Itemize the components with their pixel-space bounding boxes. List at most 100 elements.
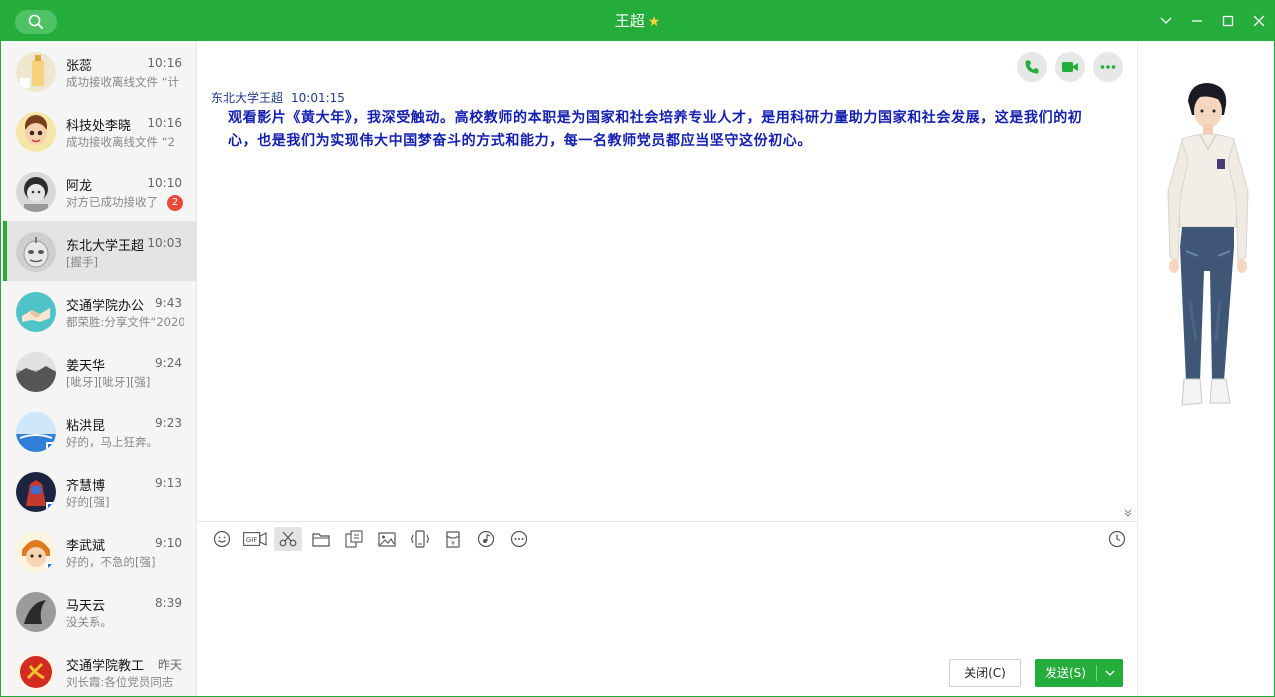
contact-preview: 成功接收离线文件 “计 bbox=[66, 75, 180, 89]
contact-name: 齐慧博 bbox=[66, 479, 106, 493]
character-avatar-figure bbox=[1167, 83, 1249, 406]
contact-time: 9:43 bbox=[155, 296, 182, 310]
contact-time: 10:03 bbox=[147, 236, 182, 250]
title-bar: 王超 ★ bbox=[1, 1, 1274, 41]
video-call-button[interactable] bbox=[1055, 52, 1085, 82]
menu-dropdown-button[interactable] bbox=[1150, 1, 1181, 41]
contact-preview: 好的，马上狂奔。 bbox=[66, 435, 158, 449]
contact-time: 10:16 bbox=[147, 116, 182, 130]
chat-window: 王超 ★ 张蕊 10:16 成功接收离线文件 “计 科技处李晓 10:16 成功… bbox=[0, 0, 1275, 697]
contact-name: 粘洪昆 bbox=[66, 419, 106, 433]
contact-time: 9:13 bbox=[155, 476, 182, 490]
contact-preview: [握手] bbox=[66, 255, 98, 269]
chevron-down-icon bbox=[1160, 17, 1171, 24]
contact-item[interactable]: 粘洪昆 9:23 好的，马上狂奔。 bbox=[3, 401, 196, 461]
send-options-button[interactable] bbox=[1097, 659, 1123, 687]
search-button[interactable] bbox=[15, 10, 57, 34]
contact-item[interactable]: 阿龙 10:10 对方已成功接收了 2 bbox=[3, 161, 196, 221]
contact-preview: 好的[强] bbox=[66, 495, 110, 509]
contact-time: 10:16 bbox=[147, 56, 182, 70]
avatar bbox=[16, 112, 56, 152]
star-icon: ★ bbox=[647, 14, 661, 30]
avatar bbox=[16, 232, 56, 272]
contact-item-selected[interactable]: 东北大学王超 10:03 [握手] bbox=[3, 221, 196, 281]
contact-list: 张蕊 10:16 成功接收离线文件 “计 科技处李晓 10:16 成功接收离线文… bbox=[3, 41, 197, 696]
screenshot-button[interactable] bbox=[274, 527, 302, 551]
device-tag-icon bbox=[46, 562, 56, 572]
avatar-show-panel bbox=[1137, 41, 1274, 696]
send-file-button[interactable] bbox=[307, 527, 335, 551]
maximize-button[interactable] bbox=[1212, 1, 1243, 41]
shake-window-icon bbox=[410, 530, 430, 548]
emoji-icon bbox=[213, 530, 231, 548]
video-camera-icon bbox=[1062, 62, 1078, 72]
contact-name: 科技处李晓 bbox=[66, 119, 132, 133]
chat-style-icon bbox=[345, 530, 363, 548]
contact-name: 阿龙 bbox=[66, 179, 93, 193]
close-window-button[interactable] bbox=[1243, 1, 1274, 41]
close-icon bbox=[1253, 15, 1264, 27]
contact-item[interactable]: 科技处李晓 10:16 成功接收离线文件 “2 bbox=[3, 101, 196, 161]
more-options-button[interactable] bbox=[1093, 52, 1123, 82]
phone-icon bbox=[1025, 60, 1039, 74]
shake-window-button[interactable] bbox=[406, 527, 434, 551]
send-button-label: 发送(S) bbox=[1045, 666, 1086, 680]
message-toolbar: GIF ¥ bbox=[208, 527, 538, 551]
contact-item[interactable]: 姜天华 9:24 [呲牙][呲牙][强] bbox=[3, 341, 196, 401]
contact-time: 10:10 bbox=[147, 176, 182, 190]
gif-label: GIF bbox=[246, 536, 258, 544]
contact-time: 8:39 bbox=[155, 596, 182, 610]
contact-preview: [呲牙][呲牙][强] bbox=[66, 375, 151, 389]
voice-call-button[interactable] bbox=[1017, 52, 1047, 82]
contact-item[interactable]: 齐慧博 9:13 好的[强] bbox=[3, 461, 196, 521]
window-title: 王超 ★ bbox=[1, 1, 1274, 41]
message-header: 东北大学王超 10:01:15 bbox=[211, 89, 345, 106]
message-text: 观看影片《黄大年》，我深受触动。高校教师的本职是为国家和社会培养专业人才，是用科… bbox=[228, 110, 1083, 149]
emoji-button[interactable] bbox=[208, 527, 236, 551]
contact-name: 姜天华 bbox=[66, 359, 106, 373]
call-toolbar bbox=[1017, 52, 1123, 82]
send-image-button[interactable] bbox=[373, 527, 401, 551]
contact-time: 昨天 bbox=[157, 658, 182, 672]
collapse-arrow-icon[interactable] bbox=[1124, 509, 1132, 520]
message-input[interactable] bbox=[210, 557, 1125, 657]
contact-name: 东北大学王超 bbox=[66, 239, 145, 253]
folder-icon bbox=[312, 532, 330, 547]
gif-icon: GIF bbox=[243, 532, 267, 546]
more-tools-button[interactable] bbox=[505, 527, 533, 551]
red-packet-icon: ¥ bbox=[446, 530, 460, 548]
contact-item[interactable]: 张蕊 10:16 成功接收离线文件 “计 bbox=[3, 41, 196, 101]
contact-name: 李武斌 bbox=[66, 539, 106, 553]
contact-name: 马天云 bbox=[66, 599, 106, 613]
chevron-down-icon bbox=[1105, 670, 1115, 676]
contact-name: 交通学院办公 bbox=[66, 299, 145, 313]
more-dots-icon bbox=[1100, 65, 1116, 69]
contact-time: 9:23 bbox=[155, 416, 182, 430]
contact-title: 王超 bbox=[614, 12, 645, 30]
music-button[interactable] bbox=[472, 527, 500, 551]
avatar bbox=[16, 472, 56, 512]
contact-name: 张蕊 bbox=[66, 59, 93, 73]
message-history-button[interactable] bbox=[1107, 529, 1127, 549]
contact-item[interactable]: 马天云 8:39 没关系。 bbox=[3, 581, 196, 641]
contact-item[interactable]: 李武斌 9:10 好的，不急的[强] bbox=[3, 521, 196, 581]
more-icon bbox=[510, 530, 528, 548]
chat-style-button[interactable] bbox=[340, 527, 368, 551]
contact-preview: 都荣胜:分享文件“2020 bbox=[66, 315, 184, 329]
send-button[interactable]: 发送(S) bbox=[1035, 659, 1123, 687]
contact-preview: 没关系。 bbox=[66, 615, 112, 629]
gif-button[interactable]: GIF bbox=[241, 527, 269, 551]
avatar bbox=[16, 172, 56, 212]
avatar bbox=[16, 412, 56, 452]
avatar bbox=[16, 592, 56, 632]
contact-item[interactable]: 交通学院办公 9:43 都荣胜:分享文件“2020 bbox=[3, 281, 196, 341]
contact-item[interactable]: 交通学院教工 昨天 刘长霞:各位党员同志 bbox=[3, 641, 196, 696]
message-timestamp: 10:01:15 bbox=[291, 91, 345, 105]
minimize-button[interactable] bbox=[1181, 1, 1212, 41]
contact-preview: 刘长霞:各位党员同志 bbox=[66, 675, 174, 689]
contact-time: 9:24 bbox=[155, 356, 182, 370]
red-packet-button[interactable]: ¥ bbox=[439, 527, 467, 551]
maximize-icon bbox=[1222, 15, 1233, 27]
scissors-icon bbox=[279, 531, 297, 547]
close-chat-button[interactable]: 关闭(C) bbox=[949, 659, 1021, 687]
